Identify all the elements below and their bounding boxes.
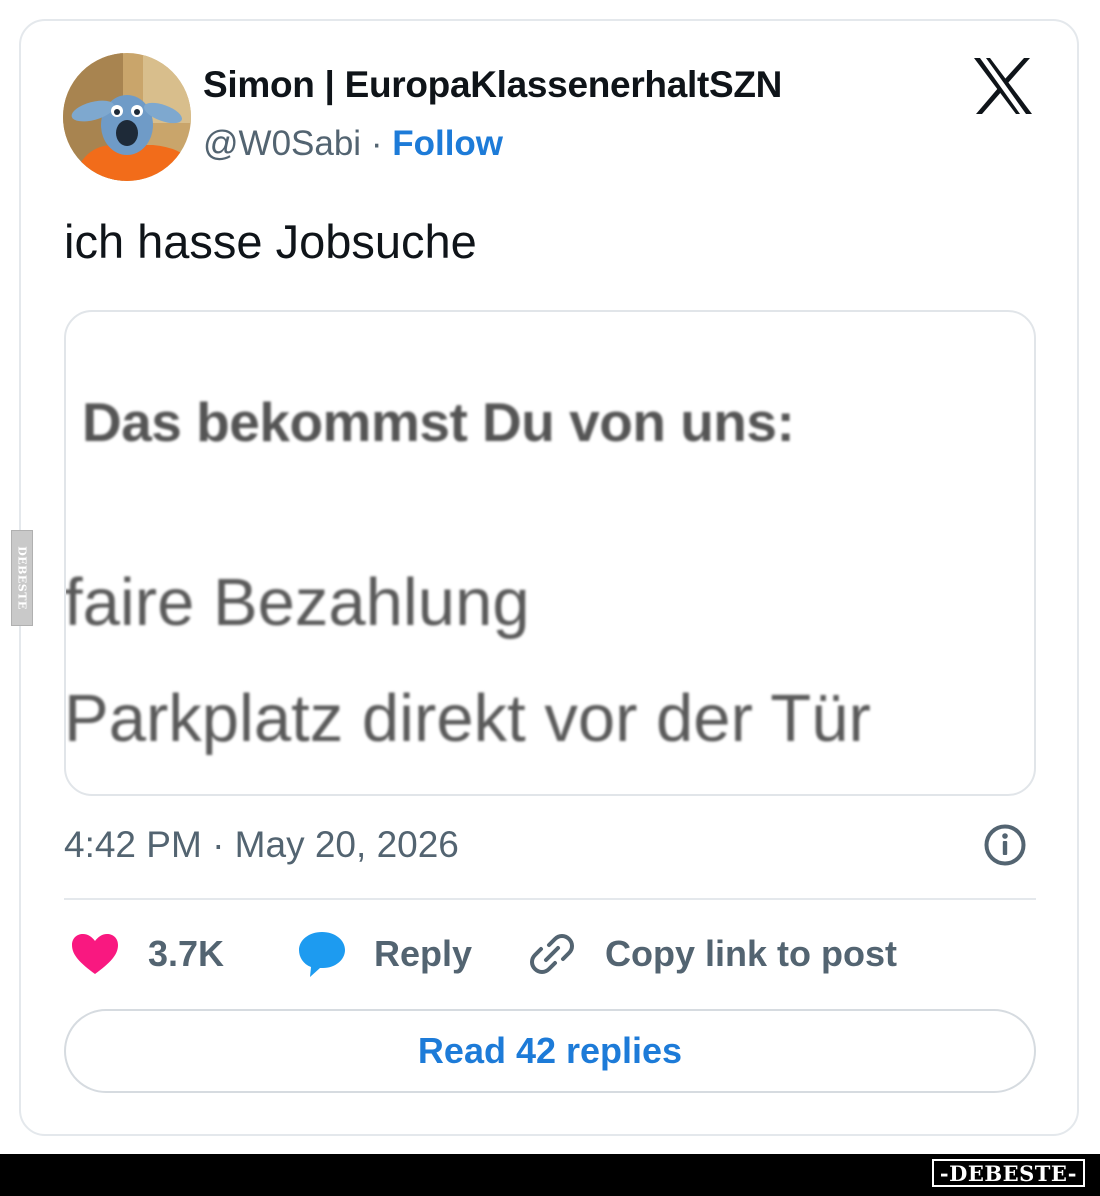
- media-heading: Das bekommst Du von uns:: [82, 391, 795, 453]
- avatar[interactable]: [63, 53, 191, 181]
- divider: [64, 898, 1036, 900]
- author-handle-line: @W0Sabi · Follow: [203, 124, 503, 164]
- reply-button[interactable]: Reply: [296, 926, 472, 982]
- media-line: Parkplatz direkt vor der Tür: [64, 681, 871, 756]
- heart-icon: [72, 934, 118, 974]
- media-line: faire Bezahlung: [64, 565, 530, 640]
- handle-separator: ·: [370, 124, 383, 163]
- read-replies-label: Read 42 replies: [417, 1030, 683, 1071]
- follow-button[interactable]: Follow: [392, 124, 503, 163]
- like-count: 3.7K: [148, 933, 225, 974]
- footer-watermark: -DEBESTE-: [931, 1159, 1085, 1187]
- author-handle[interactable]: @W0Sabi: [203, 124, 361, 163]
- tweet-text: ich hasse Jobsuche: [64, 215, 477, 268]
- side-watermark: DEBESTE: [11, 530, 33, 626]
- avatar-image: [63, 53, 191, 181]
- copy-link-button[interactable]: Copy link to post: [527, 926, 897, 982]
- copy-link-label: Copy link to post: [605, 933, 897, 974]
- tweet-timestamp[interactable]: 4:42 PM · May 20, 2026: [64, 824, 459, 866]
- reply-label: Reply: [374, 933, 473, 974]
- like-button[interactable]: 3.7K: [70, 926, 224, 982]
- read-replies-button[interactable]: Read 42 replies: [64, 1009, 1036, 1093]
- x-logo-icon[interactable]: [972, 56, 1034, 116]
- tweet-media-image[interactable]: Das bekommst Du von uns: faire Bezahlung…: [64, 310, 1036, 796]
- link-icon: [530, 934, 574, 974]
- reply-bubble-icon: [299, 932, 345, 977]
- side-watermark-text: DEBESTE: [15, 546, 29, 610]
- footer-bar: -DEBESTE-: [0, 1154, 1100, 1196]
- info-icon[interactable]: [983, 823, 1027, 867]
- author-display-name[interactable]: Simon | EuropaKlassenerhaltSZN: [203, 64, 782, 106]
